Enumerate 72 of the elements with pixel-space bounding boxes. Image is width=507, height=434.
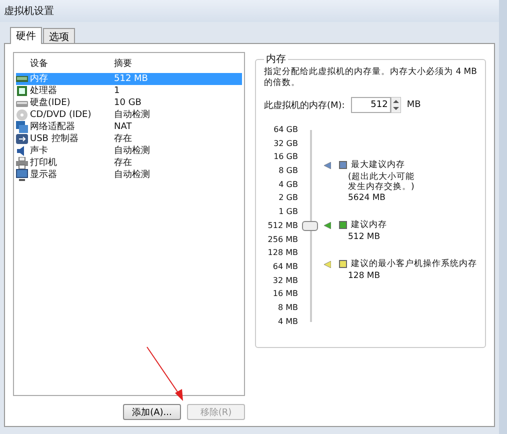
scale-label: 16 MB — [272, 288, 298, 300]
legend-value: 512 MB — [347, 232, 382, 242]
description-text: 指定分配给此虚拟机的内存量。内存大小必须为 4 MB 的倍数。 — [264, 67, 477, 89]
device-row[interactable]: 打印机 存在 — [16, 157, 242, 169]
chip-icon — [16, 85, 28, 97]
device-name: 声卡 — [30, 145, 49, 157]
device-name: 硬盘(IDE) — [30, 97, 72, 109]
add-button[interactable]: 添加(A)... — [123, 404, 181, 420]
device-name: 显示器 — [30, 169, 58, 181]
device-name: 内存 — [30, 73, 49, 85]
device-row[interactable]: USB 控制器 存在 — [16, 133, 242, 145]
memory-icon — [16, 73, 28, 85]
disc-icon — [16, 109, 28, 121]
column-header: 设备 — [29, 58, 49, 70]
device-row[interactable]: 声卡 自动检测 — [16, 145, 242, 157]
legend-label: 建议内存 — [351, 219, 387, 231]
column-header: 摘要 — [114, 58, 132, 70]
legend-value: 128 MB — [347, 271, 382, 281]
device-row[interactable]: 硬盘(IDE) 10 GB — [16, 97, 242, 109]
scale-label: 2 GB — [278, 192, 298, 204]
device-name: 处理器 — [30, 85, 58, 97]
device-name: CD/DVD (IDE) — [30, 109, 92, 121]
field-label: 此虚拟机的内存(M): — [264, 100, 345, 112]
spin-arrows-icon[interactable] — [390, 97, 401, 113]
annotation-arrow — [146, 346, 186, 402]
window-title: 虚拟机设置 — [4, 4, 54, 18]
monitor-icon — [16, 169, 28, 181]
legend-value: 5624 MB — [347, 193, 386, 203]
legend-label: 建议的最小客户机操作系统内存 — [351, 258, 477, 270]
scale-label: 1 GB — [278, 206, 298, 218]
scale-label: 64 GB — [274, 124, 298, 136]
scale-label: 32 GB — [274, 138, 298, 150]
scale-label: 8 MB — [278, 302, 298, 314]
scale-label: 32 MB — [272, 274, 298, 287]
device-summary: 存在 — [114, 133, 132, 145]
device-summary: 自动检测 — [114, 145, 150, 157]
device-summary: NAT — [114, 121, 132, 133]
scale-label: 4 GB — [278, 178, 298, 191]
device-name: USB 控制器 — [30, 133, 80, 145]
slider-thumb[interactable] — [302, 221, 318, 231]
device-summary: 自动检测 — [114, 109, 150, 121]
scale-label: 4 MB — [278, 316, 298, 328]
group-title: 内存 — [265, 52, 287, 66]
tab[interactable]: 选项 — [43, 28, 75, 43]
device-summary: 512 MB — [114, 73, 148, 85]
legend-note: (超出此大小可能发生内存交换。) — [347, 172, 416, 192]
scale-label: 256 MB — [268, 234, 298, 246]
device-row[interactable]: 网络适配器 NAT — [16, 121, 242, 133]
device-summary: 存在 — [114, 157, 132, 169]
device-row[interactable]: CD/DVD (IDE) 自动检测 — [16, 109, 242, 121]
scale-label: 16 GB — [274, 151, 298, 164]
scale-label: 64 MB — [272, 260, 298, 273]
marker-icon — [324, 260, 331, 268]
device-name: 打印机 — [30, 157, 58, 169]
printer-icon — [16, 157, 28, 169]
legend-label: 最大建议内存 — [351, 159, 405, 171]
device-name: 网络适配器 — [30, 121, 76, 133]
device-summary: 1 — [114, 85, 120, 97]
device-row[interactable]: 处理器 1 — [16, 85, 242, 97]
device-icon — [16, 133, 28, 145]
scale-label: 128 MB — [268, 247, 298, 260]
scale-label: 8 GB — [278, 165, 298, 178]
marker-icon — [324, 162, 331, 168]
device-summary: 10 GB — [114, 97, 142, 109]
marker-icon — [324, 222, 331, 228]
tab[interactable]: 硬件 — [10, 27, 42, 44]
memory-field[interactable]: 512 — [350, 97, 391, 113]
unit-label: MB — [406, 100, 421, 110]
monitor-icon — [16, 121, 28, 133]
scale-label: 512 MB — [268, 220, 298, 232]
device-summary: 自动检测 — [114, 169, 150, 181]
device-row[interactable]: 显示器 自动检测 — [16, 169, 242, 181]
